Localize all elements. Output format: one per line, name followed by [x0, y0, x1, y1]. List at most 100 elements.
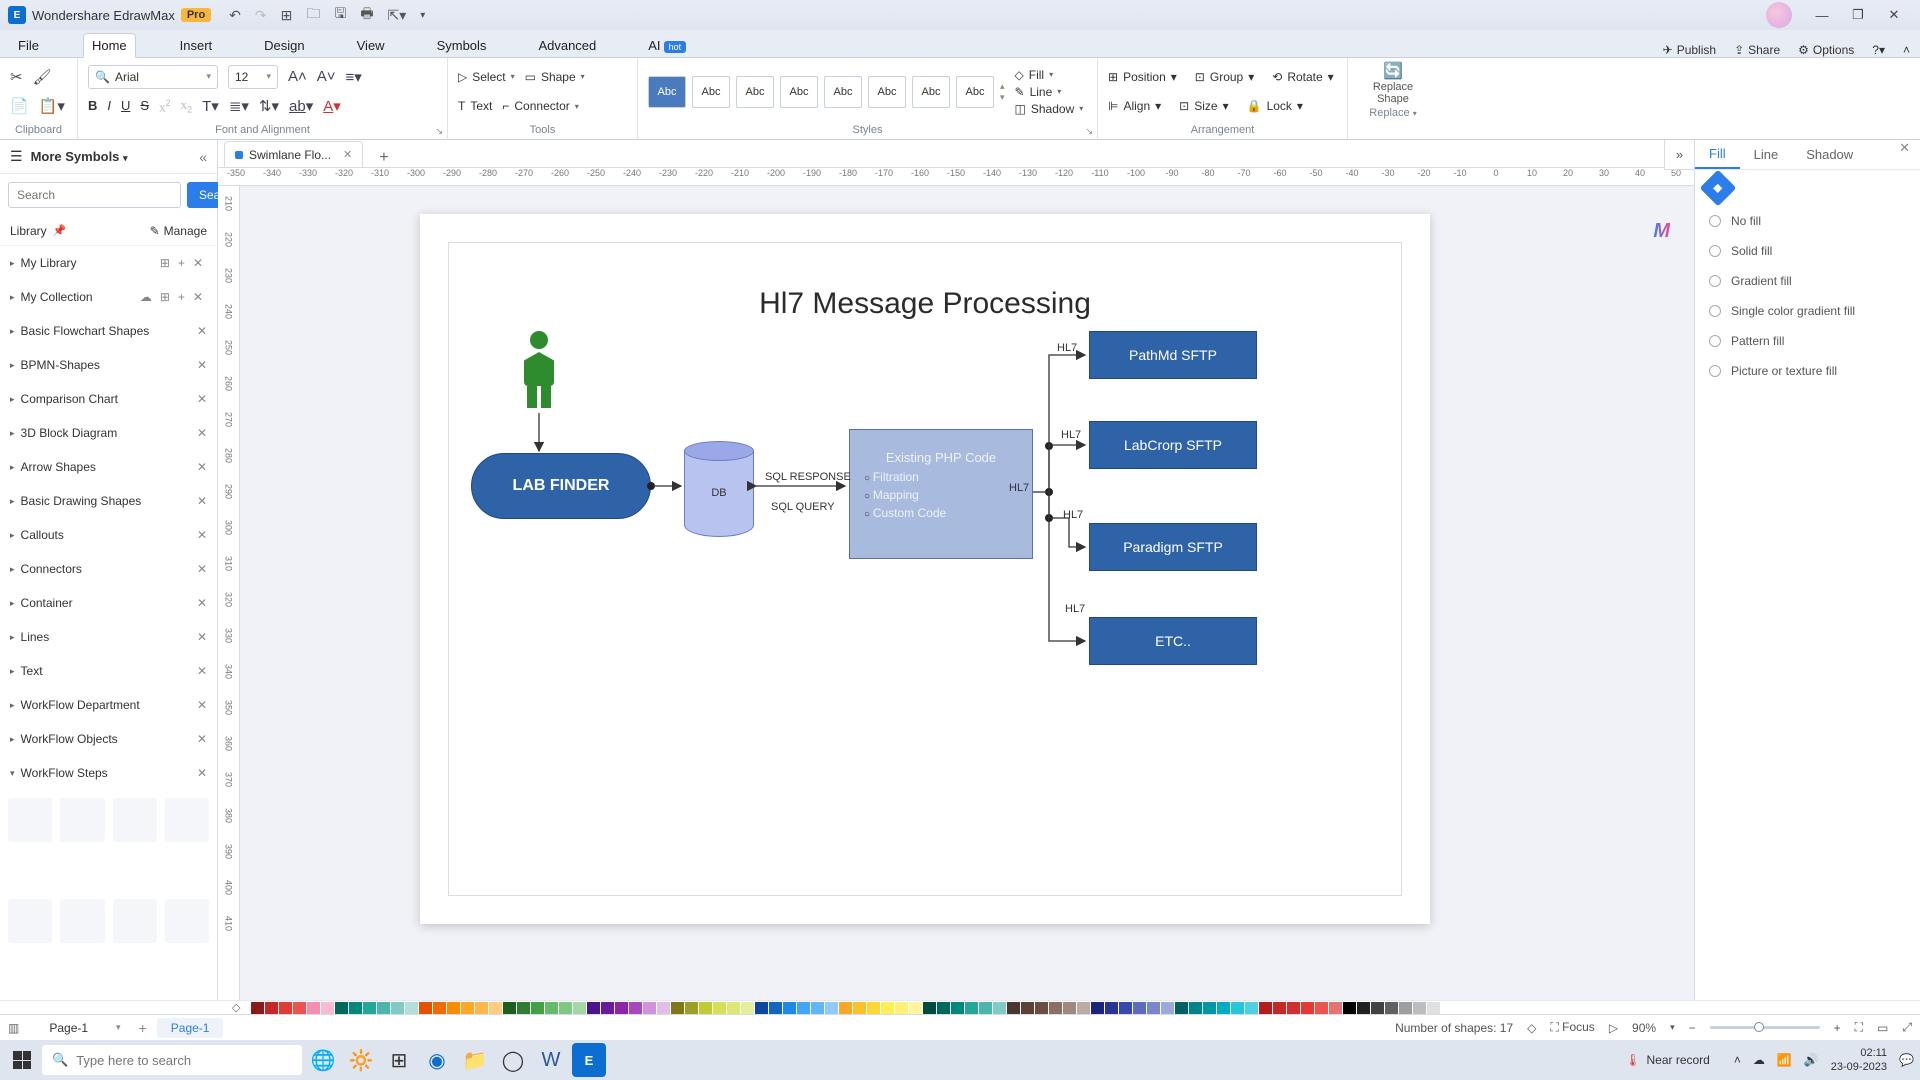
- color-swatch[interactable]: [1161, 1002, 1174, 1014]
- color-swatch[interactable]: [755, 1002, 768, 1014]
- fullscreen-icon[interactable]: ⤢: [1902, 1020, 1912, 1035]
- menu-view[interactable]: View: [349, 34, 393, 57]
- zoom-in-icon[interactable]: +: [1834, 1021, 1841, 1035]
- redo-icon[interactable]: ↷: [255, 7, 267, 24]
- clock[interactable]: 02:1123-09-2023: [1831, 1046, 1887, 1074]
- page-list-icon[interactable]: ▥: [8, 1021, 19, 1035]
- color-swatch[interactable]: [797, 1002, 810, 1014]
- fill-option[interactable]: Gradient fill: [1695, 266, 1920, 296]
- maximize-button[interactable]: ❐: [1840, 7, 1876, 23]
- align-dropdown[interactable]: ⊫ Align▾: [1108, 99, 1161, 113]
- size-dropdown[interactable]: ⊡ Size▾: [1179, 99, 1228, 113]
- select-tool[interactable]: ▷ Select▾: [458, 70, 515, 84]
- sftp-box-3[interactable]: Paradigm SFTP: [1089, 523, 1257, 571]
- color-swatch[interactable]: [825, 1002, 838, 1014]
- category-row[interactable]: ▾WorkFlow Steps✕: [0, 756, 217, 790]
- color-swatch[interactable]: [1203, 1002, 1216, 1014]
- undo-icon[interactable]: ↶: [229, 7, 241, 24]
- symbol-thumbnails[interactable]: [0, 790, 217, 1000]
- qat-more-icon[interactable]: ▾: [420, 10, 425, 21]
- color-swatch[interactable]: [1441, 1002, 1454, 1014]
- color-swatch[interactable]: [1105, 1002, 1118, 1014]
- pin-icon[interactable]: 📌: [53, 224, 67, 237]
- color-swatch[interactable]: [1147, 1002, 1160, 1014]
- my-collection-row[interactable]: ▸My Collection☁⊞+✕: [0, 280, 217, 314]
- paste-icon[interactable]: 📋▾: [39, 97, 65, 115]
- replace-shape-icon[interactable]: 🔄: [1383, 61, 1403, 81]
- color-swatch[interactable]: [559, 1002, 572, 1014]
- color-swatch[interactable]: [671, 1002, 684, 1014]
- style-gallery[interactable]: Abc Abc Abc Abc Abc Abc Abc Abc ▴▾: [648, 76, 1005, 108]
- onedrive-icon[interactable]: ☁: [1753, 1053, 1765, 1067]
- color-swatch[interactable]: [489, 1002, 502, 1014]
- close-tab-icon[interactable]: ✕: [343, 148, 352, 161]
- category-row[interactable]: ▸Arrow Shapes✕: [0, 450, 217, 484]
- format-painter-icon[interactable]: 🖌: [33, 68, 52, 86]
- color-swatch[interactable]: [629, 1002, 642, 1014]
- page-tab[interactable]: Page-1: [157, 1018, 224, 1038]
- color-swatch[interactable]: [1357, 1002, 1370, 1014]
- color-swatch[interactable]: [587, 1002, 600, 1014]
- menu-design[interactable]: Design: [256, 34, 312, 57]
- expand-right-icon[interactable]: »: [1664, 140, 1694, 170]
- hamburger-icon[interactable]: ☰: [10, 148, 23, 165]
- close-button[interactable]: ✕: [1876, 7, 1912, 23]
- color-swatch[interactable]: [1063, 1002, 1076, 1014]
- position-dropdown[interactable]: ⊞ Position▾: [1108, 70, 1177, 84]
- sftp-box-2[interactable]: LabCrorp SFTP: [1089, 421, 1257, 469]
- strike-icon[interactable]: S: [140, 98, 149, 114]
- color-swatch[interactable]: [1119, 1002, 1132, 1014]
- fit-page-icon[interactable]: ⛶: [1855, 1020, 1863, 1035]
- category-row[interactable]: ▸Comparison Chart✕: [0, 382, 217, 416]
- color-swatch[interactable]: [419, 1002, 432, 1014]
- lock-dropdown[interactable]: 🔒 Lock▾: [1247, 99, 1303, 113]
- volume-icon[interactable]: 🔊: [1804, 1053, 1819, 1067]
- file-explorer-icon[interactable]: 📁: [458, 1043, 492, 1077]
- color-swatch[interactable]: [545, 1002, 558, 1014]
- color-swatch[interactable]: [517, 1002, 530, 1014]
- page-select[interactable]: Page-1: [29, 1021, 108, 1035]
- color-swatch[interactable]: [349, 1002, 362, 1014]
- wifi-icon[interactable]: 📶: [1777, 1053, 1792, 1067]
- color-swatch[interactable]: [741, 1002, 754, 1014]
- color-swatch[interactable]: [867, 1002, 880, 1014]
- start-button[interactable]: [6, 1044, 38, 1076]
- color-swatch[interactable]: [1077, 1002, 1090, 1014]
- sftp-box-4[interactable]: ETC..: [1089, 617, 1257, 665]
- color-swatch[interactable]: [1091, 1002, 1104, 1014]
- category-row[interactable]: ▸WorkFlow Department✕: [0, 688, 217, 722]
- category-row[interactable]: ▸BPMN-Shapes✕: [0, 348, 217, 382]
- color-swatch[interactable]: [895, 1002, 908, 1014]
- category-row[interactable]: ▸Basic Drawing Shapes✕: [0, 484, 217, 518]
- color-swatch[interactable]: [1413, 1002, 1426, 1014]
- menu-home[interactable]: Home: [83, 33, 136, 58]
- text-tool[interactable]: T Text: [458, 99, 492, 113]
- menu-ai[interactable]: AIhot: [640, 34, 694, 57]
- color-swatch[interactable]: [1273, 1002, 1286, 1014]
- word-icon[interactable]: W: [534, 1043, 568, 1077]
- manage-label[interactable]: Manage: [164, 224, 207, 238]
- collapse-ribbon-icon[interactable]: ˄: [1903, 43, 1910, 57]
- color-swatch[interactable]: [657, 1002, 670, 1014]
- php-box-shape[interactable]: Existing PHP Code Filtration Mapping Cus…: [849, 429, 1033, 559]
- zoom-value[interactable]: 90%: [1632, 1021, 1656, 1035]
- menu-file[interactable]: File: [10, 34, 47, 57]
- color-swatch[interactable]: [293, 1002, 306, 1014]
- fill-dropdown[interactable]: ◇ Fill▾: [1015, 68, 1084, 82]
- shape-tool[interactable]: ▭ Shape▾: [525, 70, 585, 84]
- color-swatch[interactable]: [1315, 1002, 1328, 1014]
- style-more-icon[interactable]: ▴▾: [1000, 81, 1005, 103]
- taskbar-search[interactable]: 🔍Type here to search: [42, 1045, 302, 1075]
- align-dropdown-icon[interactable]: ≡▾: [346, 68, 362, 86]
- case-icon[interactable]: T▾: [202, 97, 219, 115]
- palette-picker-icon[interactable]: ◇: [232, 1001, 246, 1014]
- export-icon[interactable]: ⇱▾: [388, 7, 407, 24]
- color-swatch[interactable]: [783, 1002, 796, 1014]
- cortana-icon[interactable]: 🌐: [306, 1043, 340, 1077]
- decrease-font-icon[interactable]: A˅: [317, 68, 336, 85]
- diagram-title[interactable]: Hl7 Message Processing: [449, 287, 1401, 321]
- color-swatch[interactable]: [923, 1002, 936, 1014]
- edge-icon[interactable]: ◉: [420, 1043, 454, 1077]
- zoom-out-icon[interactable]: −: [1689, 1021, 1696, 1035]
- focus-button[interactable]: ⛶ Focus: [1550, 1020, 1594, 1035]
